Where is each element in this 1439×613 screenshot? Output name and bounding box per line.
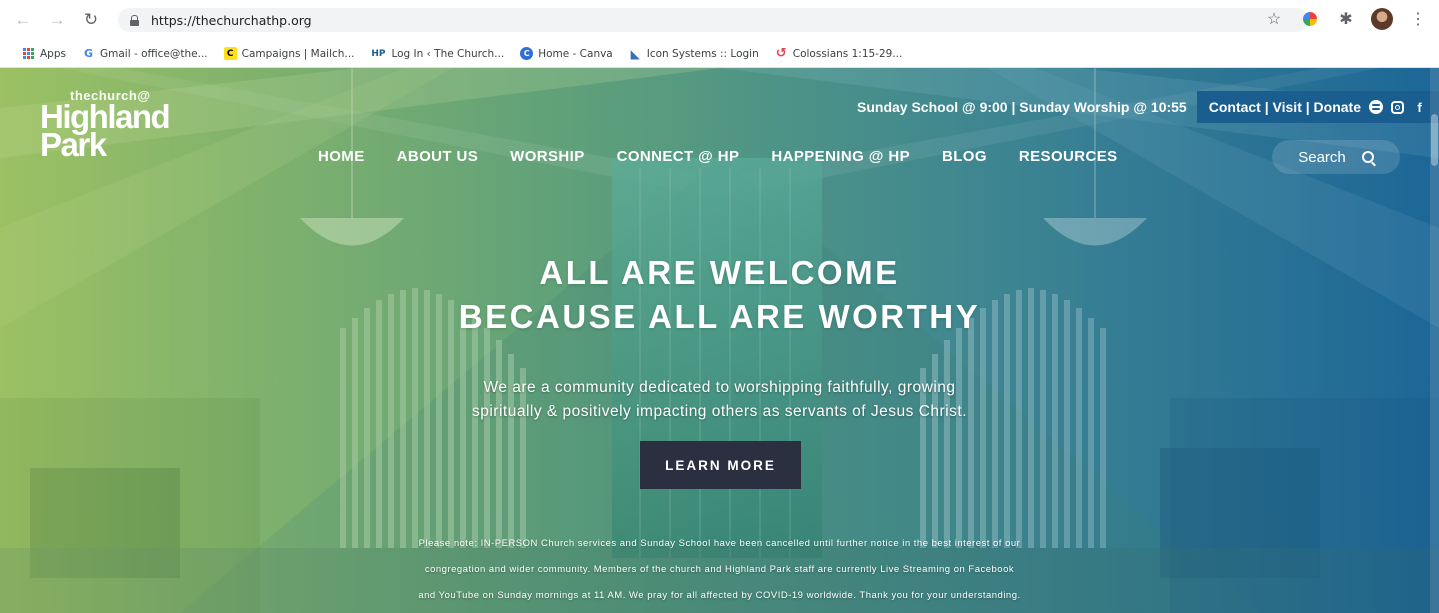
lock-icon bbox=[130, 14, 139, 26]
instagram-icon[interactable] bbox=[1391, 100, 1404, 114]
bookmark-apps[interactable]: Apps bbox=[22, 47, 66, 60]
bookmark-label: Colossians 1:15-29... bbox=[792, 47, 903, 60]
bookmark-label: Log In ‹ The Church... bbox=[391, 47, 505, 60]
colossians-icon: ↺ bbox=[775, 46, 787, 61]
search-input[interactable]: Search bbox=[1272, 140, 1400, 174]
bookmark-hp-login[interactable]: HP Log In ‹ The Church... bbox=[370, 47, 504, 60]
icon-systems-icon: ◣ bbox=[630, 46, 640, 61]
bookmark-star-icon[interactable]: ☆ bbox=[1263, 8, 1285, 30]
url-text: https://thechurchathp.org bbox=[151, 12, 312, 28]
bookmark-label: Apps bbox=[40, 47, 66, 60]
bookmark-canva[interactable]: C Home - Canva bbox=[520, 47, 613, 60]
service-times: Sunday School @ 9:00 | Sunday Worship @ … bbox=[857, 99, 1187, 115]
nav-about-us[interactable]: ABOUT US bbox=[397, 148, 479, 165]
covid-notice: Please note: IN-PERSON Church services a… bbox=[0, 531, 1439, 609]
profile-avatar[interactable] bbox=[1371, 8, 1393, 30]
hero-headline: ALL ARE WELCOME BECAUSE ALL ARE WORTHY bbox=[0, 251, 1439, 339]
bookmark-label: Icon Systems :: Login bbox=[646, 47, 759, 60]
bookmark-label: Home - Canva bbox=[538, 47, 613, 60]
headline-line-2: BECAUSE ALL ARE WORTHY bbox=[458, 298, 981, 335]
nav-resources[interactable]: RESOURCES bbox=[1019, 148, 1118, 165]
nav-blog[interactable]: BLOG bbox=[942, 148, 987, 165]
notice-line-2: congregation and wider community. Member… bbox=[424, 564, 1015, 575]
browser-toolbar: ← → ↻ https://thechurchathp.org ☆ ✱ ⋮ bbox=[0, 0, 1439, 40]
forward-arrow-icon[interactable]: → bbox=[44, 7, 70, 33]
facebook-icon[interactable]: f bbox=[1412, 100, 1427, 115]
contact-visit-donate-links[interactable]: Contact | Visit | Donate bbox=[1209, 99, 1361, 115]
main-navigation: HOME ABOUT US WORSHIP CONNECT @ HP HAPPE… bbox=[318, 148, 1150, 165]
reload-icon[interactable]: ↻ bbox=[78, 7, 104, 33]
quick-links-bar: Contact | Visit | Donate f bbox=[1196, 91, 1439, 123]
learn-more-button[interactable]: LEARN MORE bbox=[640, 441, 801, 489]
hero-subtext: We are a community dedicated to worshipp… bbox=[0, 376, 1439, 424]
address-bar[interactable]: https://thechurchathp.org bbox=[118, 8, 1308, 32]
search-placeholder: Search bbox=[1298, 148, 1346, 166]
bookmark-label: Campaigns | Mailch... bbox=[241, 47, 355, 60]
notice-line-1: Please note: IN-PERSON Church services a… bbox=[418, 538, 1021, 549]
nav-home[interactable]: HOME bbox=[318, 148, 365, 165]
google-icon: G bbox=[83, 47, 93, 60]
chrome-menu-icon[interactable]: ⋮ bbox=[1407, 8, 1429, 30]
bookmarks-bar: Apps G Gmail - office@the... C Campaigns… bbox=[0, 40, 1439, 68]
hp-icon: HP bbox=[371, 48, 386, 59]
spotify-icon[interactable] bbox=[1369, 100, 1383, 114]
headline-line-1: ALL ARE WELCOME bbox=[539, 254, 900, 291]
bookmark-colossians[interactable]: ↺ Colossians 1:15-29... bbox=[775, 46, 903, 61]
site-logo[interactable]: thechurch@ Highland Park bbox=[40, 88, 171, 163]
mailchimp-icon: C bbox=[223, 47, 237, 60]
bookmark-icon-systems[interactable]: ◣ Icon Systems :: Login bbox=[629, 46, 759, 61]
apps-grid-icon bbox=[22, 47, 35, 60]
top-info-bar: Sunday School @ 9:00 | Sunday Worship @ … bbox=[857, 91, 1439, 123]
subtext-line-1: We are a community dedicated to worshipp… bbox=[483, 379, 956, 396]
logo-line-park: Park bbox=[40, 126, 107, 163]
nav-happening[interactable]: HAPPENING @ HP bbox=[771, 148, 910, 165]
back-arrow-icon[interactable]: ← bbox=[10, 7, 36, 33]
nav-worship[interactable]: WORSHIP bbox=[510, 148, 584, 165]
bookmark-label: Gmail - office@the... bbox=[99, 47, 208, 60]
canva-icon: C bbox=[520, 47, 534, 60]
page-scrollbar[interactable] bbox=[1430, 68, 1439, 613]
scrollbar-thumb[interactable] bbox=[1431, 114, 1438, 166]
bookmark-mailchimp[interactable]: C Campaigns | Mailch... bbox=[223, 47, 355, 60]
subtext-line-2: spiritually & positively impacting other… bbox=[471, 403, 967, 420]
extensions-puzzle-icon[interactable]: ✱ bbox=[1335, 8, 1357, 30]
extension-colorful-icon[interactable] bbox=[1299, 8, 1321, 30]
nav-connect[interactable]: CONNECT @ HP bbox=[617, 148, 740, 165]
bookmark-gmail[interactable]: G Gmail - office@the... bbox=[82, 47, 208, 60]
hero-section: thechurch@ Highland Park Sunday School @… bbox=[0, 68, 1439, 613]
notice-line-3: and YouTube on Sunday mornings at 11 AM.… bbox=[418, 590, 1021, 601]
search-icon[interactable] bbox=[1361, 151, 1374, 163]
